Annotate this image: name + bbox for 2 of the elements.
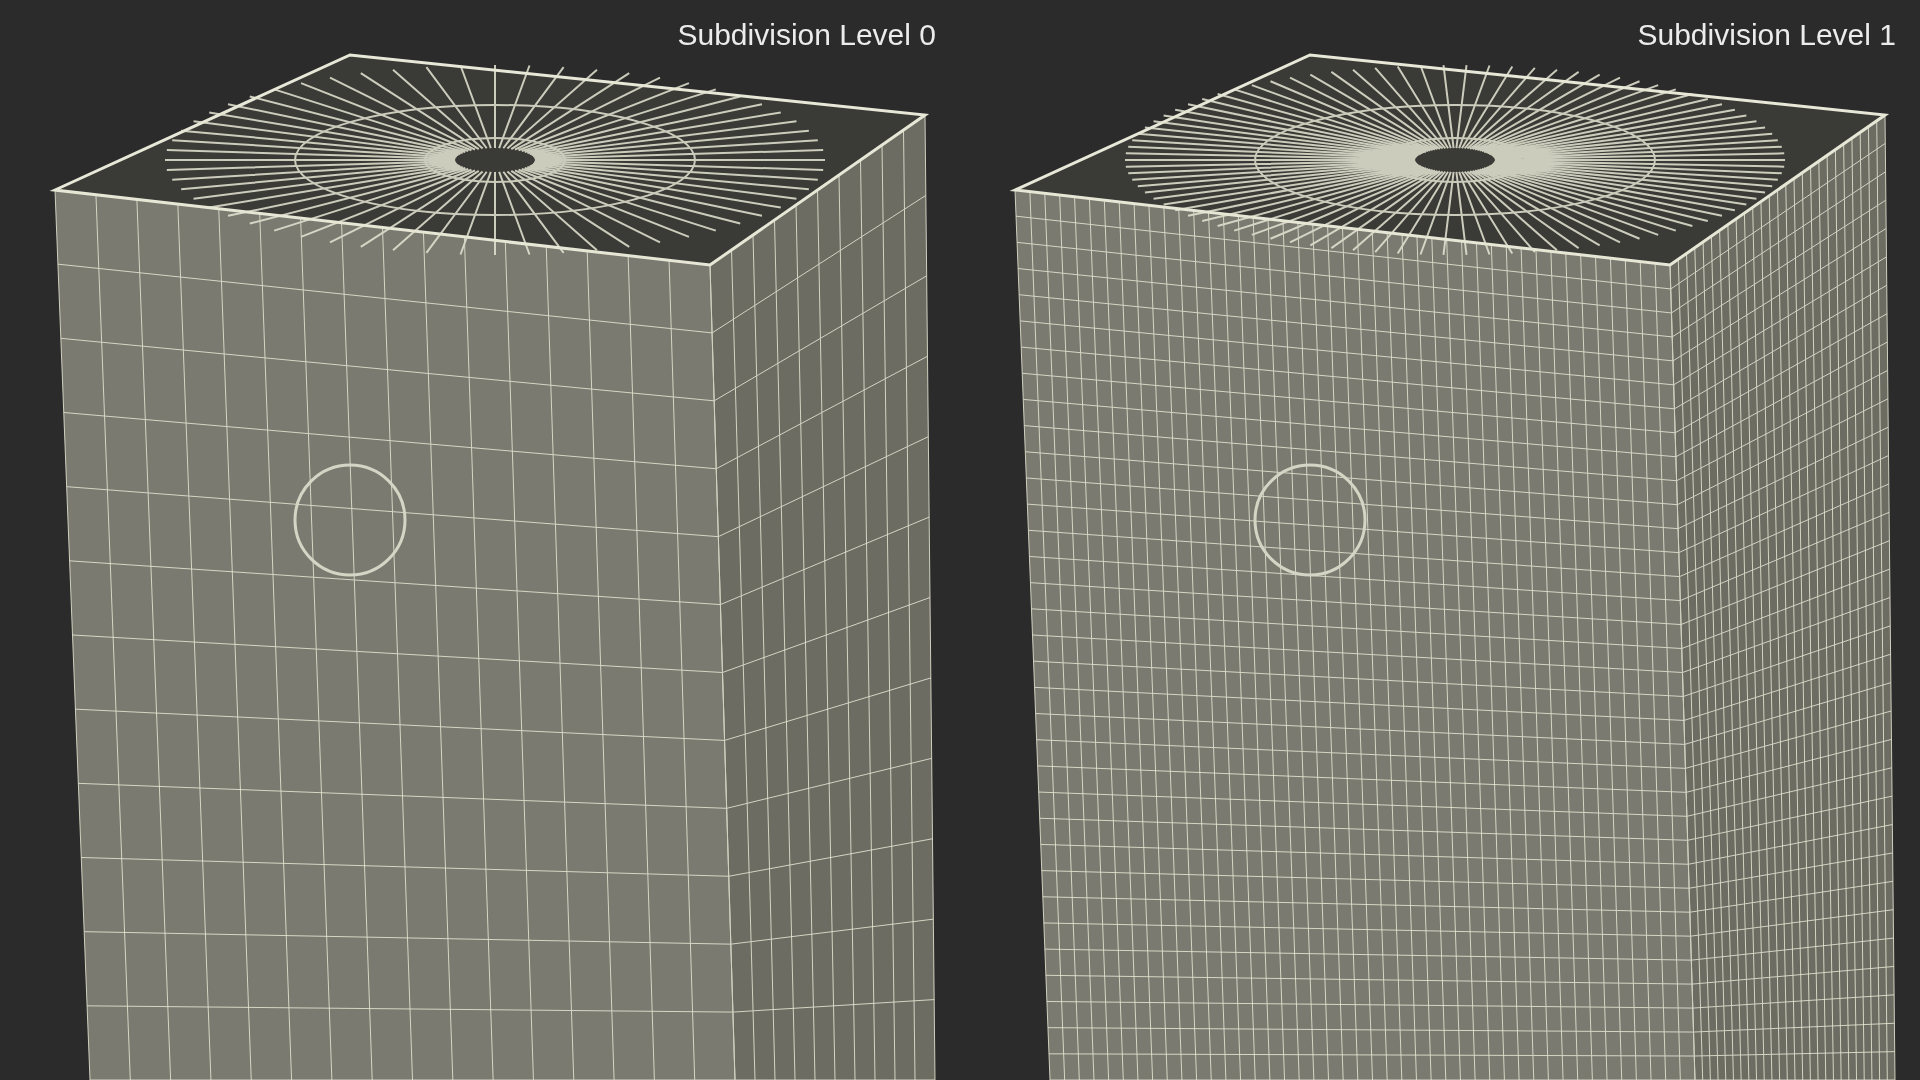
panel-caption: Subdivision Level 0 [677,17,936,53]
panel-caption: Subdivision Level 1 [1637,17,1896,53]
